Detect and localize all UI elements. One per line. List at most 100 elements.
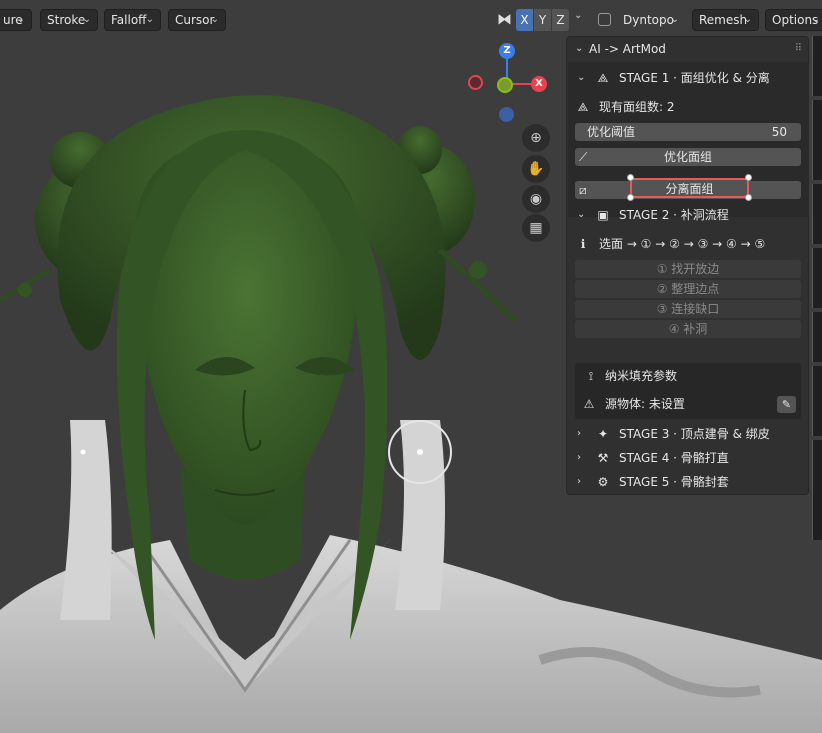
header-toolbar: ure ⌄ Stroke ⌄ Falloff ⌄ Cursor ⌄ ⧓ X Y … [0, 0, 822, 38]
stage1-header[interactable]: ⌄ ⟁ STAGE 1 · 面组优化 & 分离 [567, 66, 810, 90]
chevron-down-icon: ⌄ [577, 72, 586, 83]
zoom-icon[interactable]: ⊕ [522, 124, 550, 152]
sidebar-tabs [812, 36, 822, 556]
stage4-header[interactable]: › ⚒ STAGE 4 · 骨骼打直 [567, 446, 810, 470]
stage2-title: STAGE 2 · 补洞流程 [619, 208, 729, 222]
stage3-title: STAGE 3 · 顶点建骨 & 绑皮 [619, 427, 770, 441]
stage3-header[interactable]: › ✦ STAGE 3 · 顶点建骨 & 绑皮 [567, 422, 810, 446]
eyedropper-icon[interactable]: ✎ [777, 396, 796, 413]
selection-handle [627, 194, 634, 201]
chevron-down-icon: ⌄ [577, 209, 586, 220]
split-icon: ⧄ [579, 183, 587, 197]
z-axis-handle[interactable]: Z [499, 43, 515, 59]
remesh-label: Remesh [699, 13, 748, 27]
step4-label: ④ 补洞 [668, 322, 708, 336]
mirror-y-toggle[interactable]: Y [534, 9, 551, 31]
threshold-label: 优化阈值 [587, 125, 636, 139]
cursor-menu[interactable]: Cursor ⌄ [168, 9, 226, 31]
separate-faces-button[interactable]: 分离面组 [630, 178, 749, 198]
x-axis-label: X [535, 78, 543, 89]
panel-header[interactable]: ⌄ AI -> ArtMod ⠿ [567, 37, 810, 61]
options-menu[interactable]: Options ⌄ [765, 9, 822, 31]
nano-fill-label: 纳米填充参数 [605, 369, 678, 383]
step4-button[interactable]: ④ 补洞 [575, 320, 801, 338]
sidebar-tab[interactable] [812, 248, 822, 308]
chevron-right-icon: › [577, 476, 581, 487]
neg-x-axis-handle[interactable] [468, 75, 483, 90]
falloff-menu[interactable]: Falloff ⌄ [104, 9, 161, 31]
step2-button[interactable]: ② 整理边点 [575, 280, 801, 298]
mirror-z-toggle[interactable]: Z [552, 9, 569, 31]
chevron-down-icon: ⌄ [574, 10, 583, 21]
edge-icon: ⟋ [579, 150, 588, 164]
stage1-title: STAGE 1 · 面组优化 & 分离 [619, 71, 770, 85]
y-axis-handle[interactable] [497, 77, 513, 93]
pan-hand-icon[interactable]: ✋ [522, 155, 550, 183]
step3-button[interactable]: ③ 连接缺口 [575, 300, 801, 318]
face-count-row: ⟁ 现有面组数: 2 [567, 95, 810, 119]
camera-icon[interactable]: ◉ [522, 185, 550, 213]
threshold-value: 50 [771, 125, 787, 139]
optimize-faces-label: 优化面组 [663, 150, 712, 164]
info-icon: ℹ [580, 237, 586, 251]
chevron-down-icon: ⌄ [82, 14, 91, 25]
step1-label: ① 找开放边 [656, 262, 720, 276]
stroke-menu-label: Stroke [47, 13, 86, 27]
panel-title: AI -> ArtMod [589, 42, 666, 56]
sidebar-tab[interactable] [812, 36, 822, 96]
stage2-header[interactable]: ⌄ ▣ STAGE 2 · 补洞流程 [567, 203, 810, 227]
stage5-header[interactable]: › ⚙ STAGE 5 · 骨骼封套 [567, 470, 810, 494]
bone-figure-icon: ✦ [597, 427, 609, 441]
chevron-down-icon: ⌄ [145, 14, 154, 25]
x-axis-handle[interactable]: X [531, 76, 547, 92]
cube-icon: ▣ [597, 208, 609, 222]
mirror-icon: ⧓ [497, 10, 512, 28]
z-axis-label: Z [503, 45, 511, 56]
dyntopo-checkbox[interactable] [598, 13, 611, 26]
threshold-slider[interactable]: 优化阈值 50 [575, 123, 801, 141]
sidebar-tab[interactable] [812, 312, 822, 362]
mesh-vertex-icon: ⟁ [597, 71, 609, 85]
artmod-panel: ⌄ AI -> ArtMod ⠿ ⌄ ⟁ STAGE 1 · 面组优化 & 分离… [566, 36, 809, 495]
neg-z-axis-handle[interactable] [499, 107, 514, 122]
chevron-down-icon: ⌄ [210, 14, 219, 25]
dyntopo-label: Dyntopo [623, 13, 674, 27]
armature-icon: ⚙ [597, 475, 609, 489]
selection-handle [627, 174, 634, 181]
chevron-down-icon: ⌄ [670, 14, 679, 25]
source-object-row: ⚠ 源物体: 未设置 ✎ [567, 392, 810, 416]
optimize-faces-button[interactable]: ⟋ 优化面组 [575, 148, 801, 166]
separate-faces-label: 分离面组 [665, 182, 714, 196]
chevron-down-icon: ⌄ [16, 14, 25, 25]
chevron-right-icon: › [577, 452, 581, 463]
dyntopo-menu[interactable]: Dyntopo ⌄ [616, 9, 686, 31]
selection-handle [745, 194, 752, 201]
remesh-menu[interactable]: Remesh ⌄ [692, 9, 759, 31]
selection-handle [745, 174, 752, 181]
face-count-label: 现有面组数: 2 [599, 100, 675, 114]
step2-label: ② 整理边点 [656, 282, 720, 296]
3d-viewport[interactable]: ure ⌄ Stroke ⌄ Falloff ⌄ Cursor ⌄ ⧓ X Y … [0, 0, 822, 733]
perspective-grid-icon[interactable]: ▦ [522, 214, 550, 242]
nano-fill-row[interactable]: ⟟ 纳米填充参数 [567, 364, 810, 388]
falloff-menu-label: Falloff [111, 13, 147, 27]
warning-icon: ⚠ [583, 397, 595, 411]
step3-label: ③ 连接缺口 [656, 302, 720, 316]
mesh-vertex-icon: ⟁ [577, 100, 589, 114]
stage4-title: STAGE 4 · 骨骼打直 [619, 451, 729, 465]
texture-menu[interactable]: ure ⌄ [0, 9, 32, 31]
bone-icon: ⚒ [597, 451, 609, 465]
mirror-x-toggle[interactable]: X [516, 9, 533, 31]
step1-button[interactable]: ① 找开放边 [575, 260, 801, 278]
chevron-down-icon: ⌄ [743, 14, 752, 25]
source-object-label: 源物体: 未设置 [605, 397, 685, 411]
flow-row: ℹ 选面 → ① → ② → ③ → ④ → ⑤ [567, 232, 810, 256]
sidebar-tab[interactable] [812, 184, 822, 244]
stroke-menu[interactable]: Stroke ⌄ [40, 9, 98, 31]
cursor-menu-label: Cursor [175, 13, 215, 27]
stage5-title: STAGE 5 · 骨骼封套 [619, 475, 729, 489]
sidebar-tab[interactable] [812, 366, 822, 436]
sidebar-tab[interactable] [812, 100, 822, 180]
sidebar-tab[interactable] [812, 440, 822, 540]
drag-handle-icon[interactable]: ⠿ [795, 37, 802, 61]
